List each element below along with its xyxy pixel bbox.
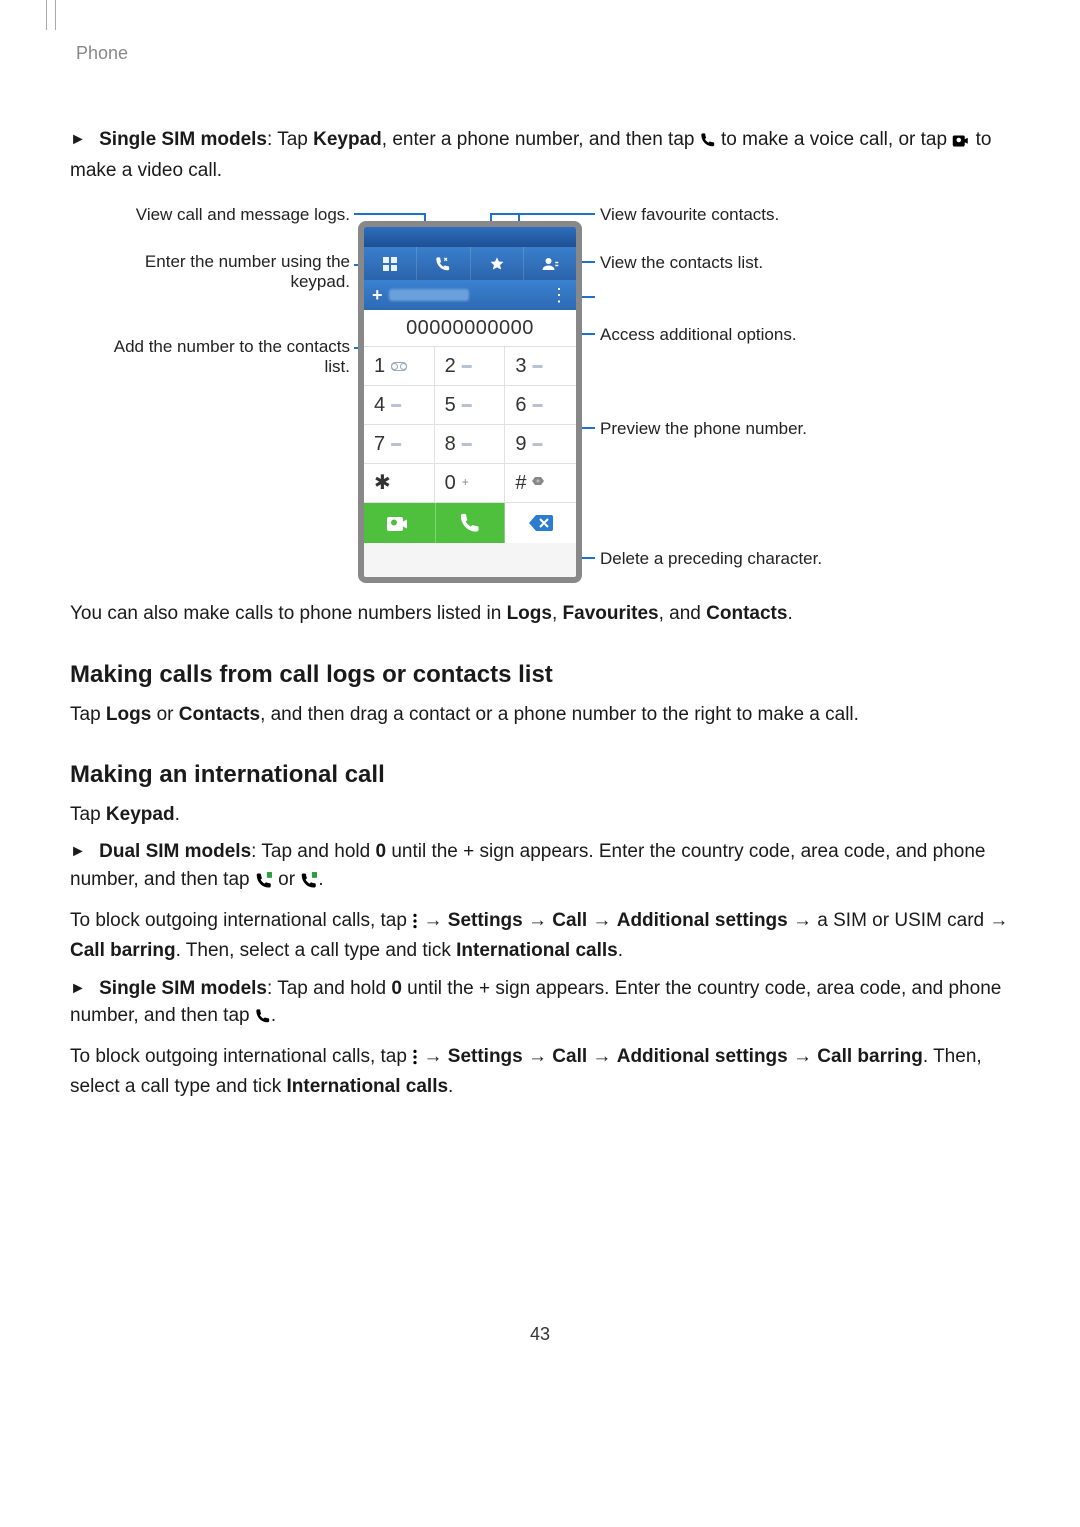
block-intl-1: To block outgoing international calls, t… (70, 907, 1010, 965)
annot-preview: Preview the phone number. (600, 418, 807, 439)
keypad-key-2[interactable]: 2▬ (435, 347, 506, 386)
phone-tabs (364, 247, 576, 280)
keypad: 12▬3▬ 4▬5▬6▬ 7▬8▬9▬ ✱0+# (364, 347, 576, 503)
single-sim-paragraph-2: Single SIM models: Tap and hold 0 until … (70, 975, 1010, 1033)
keypad-key-✱[interactable]: ✱ (364, 464, 435, 503)
intro-bullet-label: Single SIM models (99, 129, 267, 150)
keypad-key-8[interactable]: 8▬ (435, 425, 506, 464)
keypad-key-#[interactable]: # (505, 464, 576, 503)
tab-contacts-icon[interactable] (524, 247, 576, 280)
intro-paragraph: Single SIM models: Tap Keypad, enter a p… (70, 126, 1010, 184)
paragraph-call-logs: Tap Logs or Contacts, and then drag a co… (70, 701, 1010, 729)
after-diagram-paragraph: You can also make calls to phone numbers… (70, 600, 1010, 628)
keypad-key-0[interactable]: 0+ (435, 464, 506, 503)
tab-keypad-icon[interactable] (364, 247, 417, 280)
keypad-key-1[interactable]: 1 (364, 347, 435, 386)
add-to-contacts-strip[interactable]: + ⋮ (364, 280, 576, 310)
handset-sim2-icon (300, 869, 318, 897)
keypad-key-9[interactable]: 9▬ (505, 425, 576, 464)
videocall-button[interactable] (364, 503, 435, 543)
phone-app-diagram: View call and message logs. Enter the nu… (70, 198, 1010, 588)
tap-keypad-line: Tap Keypad. (70, 801, 1010, 829)
backspace-button[interactable] (505, 503, 576, 543)
annot-keypad-a: Enter the number using the (145, 251, 350, 272)
handset-icon (255, 1005, 271, 1033)
tab-favourites-icon[interactable] (471, 247, 524, 280)
keypad-key-4[interactable]: 4▬ (364, 386, 435, 425)
more-menu-icon[interactable]: ⋮ (550, 282, 568, 308)
keypad-word: Keypad (313, 129, 382, 150)
annot-delete: Delete a preceding character. (600, 548, 822, 569)
status-bar (364, 227, 576, 247)
phone-mock: + ⋮ 00000000000 12▬3▬ 4▬5▬6▬ 7▬8▬9▬ ✱0+# (358, 221, 582, 583)
bottom-action-row (364, 503, 576, 543)
keypad-key-3[interactable]: 3▬ (505, 347, 576, 386)
page-tab-notch (46, 0, 56, 30)
plus-icon: + (372, 285, 383, 305)
page-number: 43 (0, 1321, 1080, 1347)
annot-addcontact-a: Add the number to the contacts (114, 336, 350, 357)
annot-addcontact-b: list. (325, 356, 351, 377)
keypad-key-5[interactable]: 5▬ (435, 386, 506, 425)
videocall-icon (952, 129, 970, 157)
heading-international: Making an international call (70, 758, 1010, 793)
block-intl-2: To block outgoing international calls, t… (70, 1043, 1010, 1101)
number-display: 00000000000 (364, 310, 576, 347)
tab-logs-icon[interactable] (417, 247, 470, 280)
annot-fav: View favourite contacts. (600, 204, 779, 225)
manual-page: Phone Single SIM models: Tap Keypad, ent… (0, 0, 1080, 1527)
heading-call-logs: Making calls from call logs or contacts … (70, 658, 1010, 693)
keypad-key-7[interactable]: 7▬ (364, 425, 435, 464)
handset-icon (700, 129, 716, 157)
annot-contacts: View the contacts list. (600, 252, 763, 273)
annot-keypad-b: keypad. (290, 271, 350, 292)
dual-sim-paragraph: Dual SIM models: Tap and hold 0 until th… (70, 838, 1010, 896)
call-button[interactable] (435, 503, 506, 543)
annot-logs: View call and message logs. (136, 204, 350, 225)
handset-sim1-icon (255, 869, 273, 897)
blurred-text (389, 289, 469, 301)
annot-options: Access additional options. (600, 324, 797, 345)
keypad-key-6[interactable]: 6▬ (505, 386, 576, 425)
section-header: Phone (76, 40, 1010, 66)
